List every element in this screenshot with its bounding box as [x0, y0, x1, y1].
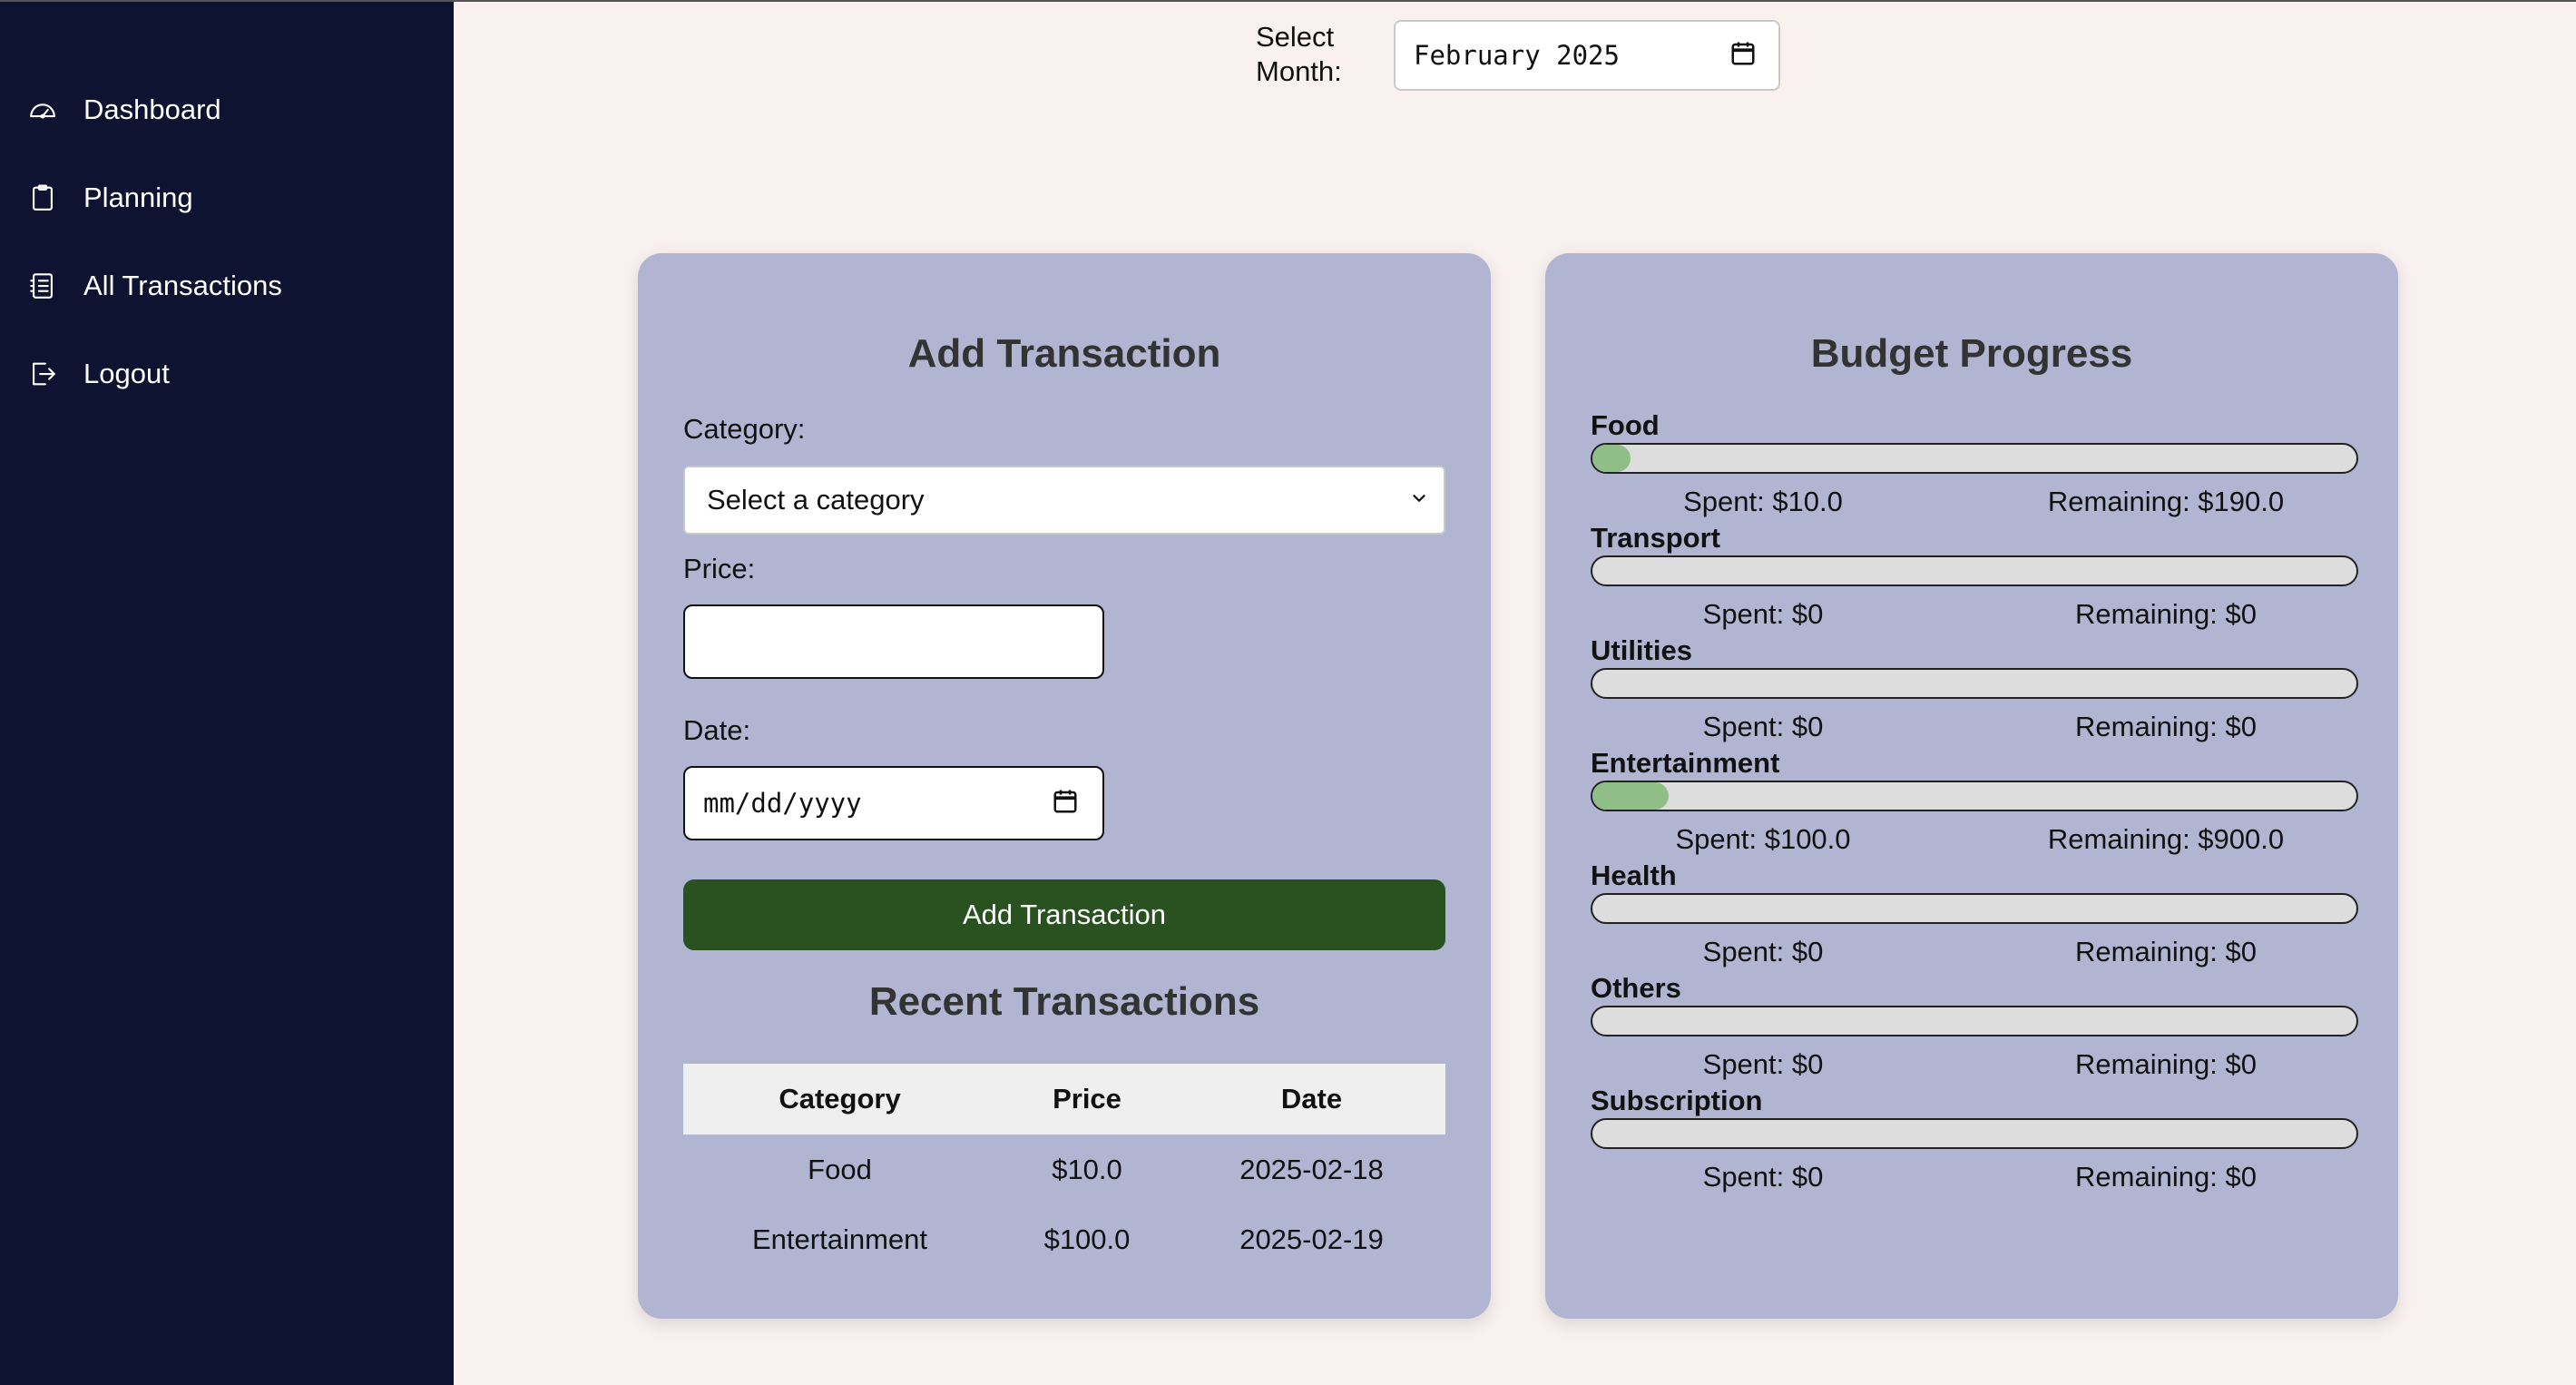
chevron-down-icon: [1409, 488, 1429, 513]
budget-row-health: Health Spent: $0 Remaining: $0: [1591, 859, 2358, 972]
sidebar-item-planning[interactable]: Planning: [25, 171, 193, 225]
budget-remaining: Remaining: $0: [2075, 711, 2257, 742]
budget-progress-bar: [1591, 443, 2358, 474]
category-label: Category:: [683, 413, 806, 445]
top-border: [0, 0, 2576, 2]
budget-remaining: Remaining: $190.0: [2047, 486, 2285, 517]
add-transaction-button[interactable]: Add Transaction: [683, 879, 1445, 950]
add-transaction-card: Add Transaction Category: Select a categ…: [638, 253, 1491, 1319]
budget-progress-card: Budget Progress Food Spent: $10.0 Remain…: [1545, 253, 2398, 1319]
budget-spent: Spent: $0: [1702, 711, 1824, 742]
price-label: Price:: [683, 553, 756, 584]
budget-category-name: Utilities: [1591, 634, 1692, 666]
table-row: Food $10.0 2025-02-18: [683, 1135, 1445, 1204]
budget-remaining: Remaining: $0: [2075, 936, 2257, 968]
budget-progress-bar: [1591, 1118, 2358, 1149]
sidebar-item-all-transactions[interactable]: All Transactions: [25, 259, 282, 313]
add-transaction-title: Add Transaction: [907, 331, 1221, 376]
date-input[interactable]: mm/dd/yyyy: [683, 766, 1104, 840]
budget-spent: Spent: $100.0: [1675, 823, 1851, 855]
table-cell: Food: [808, 1153, 872, 1185]
sidebar: Dashboard Planning All Transactions Logo…: [0, 0, 454, 1385]
budget-progress-title: Budget Progress: [1810, 331, 2133, 376]
budget-remaining: Remaining: $900.0: [2047, 823, 2285, 855]
budget-progress-bar: [1591, 1006, 2358, 1036]
budget-remaining: Remaining: $0: [2075, 1161, 2257, 1193]
sidebar-item-label: Dashboard: [83, 93, 221, 125]
sidebar-item-label: Planning: [83, 182, 193, 213]
gauge-icon: [25, 93, 60, 127]
sidebar-item-logout[interactable]: Logout: [25, 347, 170, 401]
budget-spent: Spent: $0: [1702, 1048, 1824, 1080]
table-header-row: Category Price Date: [683, 1064, 1445, 1135]
budget-category-name: Subscription: [1591, 1085, 1763, 1116]
select-month-label: Select Month:: [1256, 21, 1342, 87]
sidebar-item-label: All Transactions: [83, 270, 282, 301]
table-cell: 2025-02-19: [1239, 1223, 1384, 1255]
budget-remaining: Remaining: $0: [2075, 1048, 2257, 1080]
table-cell: $10.0: [1052, 1153, 1122, 1185]
calendar-icon[interactable]: [1729, 40, 1757, 72]
clipboard-icon: [25, 181, 60, 215]
budget-category-name: Health: [1591, 859, 1677, 891]
category-select-value: Select a category: [707, 484, 925, 516]
budget-category-name: Food: [1591, 409, 1660, 441]
budget-remaining: Remaining: $0: [2075, 598, 2257, 630]
month-picker-value: February 2025: [1414, 40, 1620, 71]
table-row: Entertainment $100.0 2025-02-19: [683, 1204, 1445, 1274]
budget-row-transport: Transport Spent: $0 Remaining: $0: [1591, 522, 2358, 634]
budget-row-entertainment: Entertainment Spent: $100.0 Remaining: $…: [1591, 747, 2358, 859]
sidebar-item-label: Logout: [83, 358, 170, 389]
month-picker[interactable]: February 2025: [1394, 20, 1780, 91]
table-cell: 2025-02-18: [1239, 1153, 1384, 1185]
recent-transactions-table: Category Price Date Food $10.0 2025-02-1…: [683, 1064, 1445, 1274]
budget-category-name: Entertainment: [1591, 747, 1780, 779]
budget-row-utilities: Utilities Spent: $0 Remaining: $0: [1591, 634, 2358, 747]
table-cell: Entertainment: [752, 1223, 927, 1255]
budget-progress-bar: [1591, 555, 2358, 586]
budget-row-subscription: Subscription Spent: $0 Remaining: $0: [1591, 1085, 2358, 1197]
column-header: Price: [996, 1064, 1178, 1135]
receipt-list-icon: [25, 269, 60, 303]
budget-progress-bar: [1591, 668, 2358, 699]
column-header: Date: [1178, 1064, 1445, 1135]
budget-category-name: Transport: [1591, 522, 1720, 554]
logout-icon: [25, 357, 60, 391]
price-input[interactable]: [683, 604, 1104, 679]
column-header: Category: [683, 1064, 996, 1135]
budget-spent: Spent: $0: [1702, 1161, 1824, 1193]
sidebar-item-dashboard[interactable]: Dashboard: [25, 83, 221, 137]
category-select[interactable]: Select a category: [683, 466, 1445, 535]
date-placeholder: mm/dd/yyyy: [703, 788, 862, 819]
date-label: Date:: [683, 714, 751, 746]
budget-category-name: Others: [1591, 972, 1681, 1004]
budget-spent: Spent: $0: [1702, 598, 1824, 630]
table-cell: $100.0: [1043, 1223, 1131, 1255]
budget-progress-bar: [1591, 893, 2358, 924]
budget-row-food: Food Spent: $10.0 Remaining: $190.0: [1591, 409, 2358, 522]
budget-progress-fill: [1592, 445, 1631, 472]
calendar-icon[interactable]: [1052, 788, 1079, 820]
budget-row-others: Others Spent: $0 Remaining: $0: [1591, 972, 2358, 1085]
recent-transactions-title: Recent Transactions: [868, 979, 1260, 1024]
budget-spent: Spent: $0: [1702, 936, 1824, 968]
budget-progress-bar: [1591, 781, 2358, 811]
budget-progress-fill: [1592, 782, 1670, 810]
budget-spent: Spent: $10.0: [1683, 486, 1843, 517]
